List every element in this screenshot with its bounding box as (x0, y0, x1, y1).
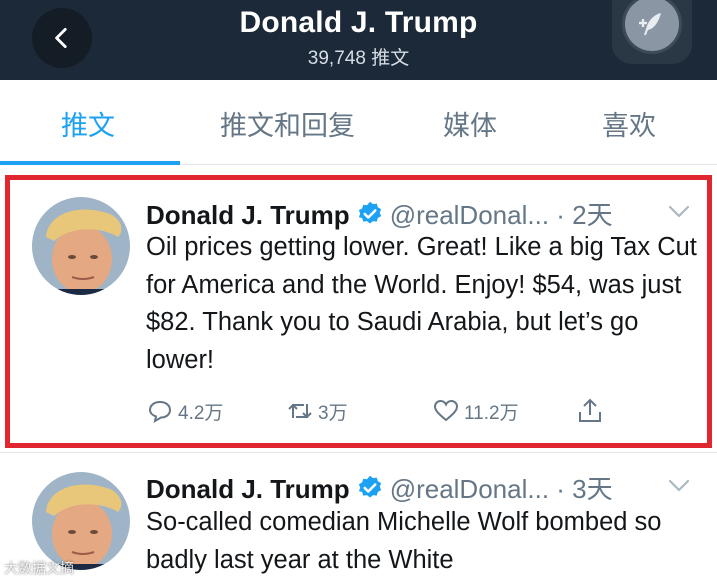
avatar-image (32, 472, 130, 570)
active-tab-indicator (0, 161, 180, 165)
watermark: 大数据文摘 (4, 560, 74, 576)
tweet-timestamp[interactable]: · 3天 (556, 474, 612, 504)
tab-tweets-and-replies[interactable]: 推文和回复 (220, 104, 355, 143)
tweet-header: Donald J. Trump @realDonal... · 3天 (146, 469, 613, 506)
tab-likes[interactable]: 喜欢 (602, 104, 656, 143)
tweet-author-handle[interactable]: @realDonal... (390, 474, 549, 504)
chevron-down-icon[interactable] (668, 479, 690, 493)
profile-tabs: 推文 推文和回复 媒体 喜欢 (0, 80, 717, 165)
tab-media[interactable]: 媒体 (443, 104, 497, 143)
highlight-box (5, 175, 712, 448)
profile-header: Donald J. Trump 39,748 推文 (0, 0, 717, 80)
tweet-author-name[interactable]: Donald J. Trump (146, 474, 350, 504)
tweet-divider (0, 452, 717, 453)
compose-feather-icon (639, 13, 661, 35)
tab-tweets[interactable]: 推文 (61, 104, 115, 143)
tweet-count: 39,748 推文 (307, 48, 410, 69)
avatar[interactable] (32, 472, 130, 570)
verified-badge-icon (358, 475, 381, 498)
tweet-text: So-called comedian Michelle Wolf bombed … (146, 508, 662, 574)
profile-name-title: Donald J. Trump (239, 6, 478, 39)
